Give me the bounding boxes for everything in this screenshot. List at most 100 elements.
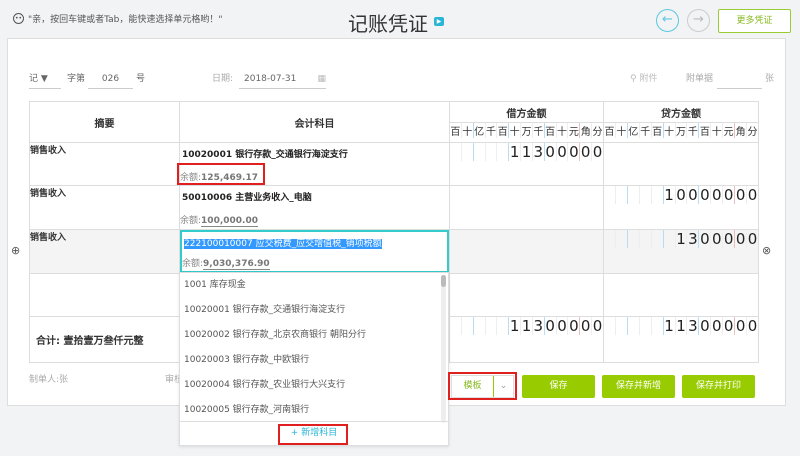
digit <box>616 186 628 204</box>
unit-label: 元 <box>568 123 581 138</box>
digit <box>640 230 652 248</box>
digit: 1 <box>676 230 688 248</box>
unit-label: 千 <box>687 123 700 138</box>
digit <box>628 230 640 248</box>
page-title: 记账凭证 <box>348 12 428 36</box>
digit: 0 <box>700 230 712 248</box>
digit <box>604 186 616 204</box>
digit: 0 <box>735 230 748 248</box>
total-debit: 11300000 <box>450 317 603 335</box>
digit <box>486 143 498 161</box>
digit <box>640 186 652 204</box>
save-button[interactable]: 保存 <box>522 375 595 398</box>
dropdown-item[interactable]: 10020001 银行存款_交通银行海淀支行 <box>180 298 448 323</box>
digit: 0 <box>723 317 736 335</box>
unit-label: 十 <box>557 123 569 138</box>
digit <box>604 230 616 248</box>
digit: 3 <box>533 317 545 335</box>
dropdown-item[interactable]: 10020003 银行存款_中欧银行 <box>180 348 448 373</box>
digit <box>664 230 676 248</box>
date-input[interactable]: 2018-07-31 ▦ <box>239 71 326 89</box>
digit: 1 <box>664 317 676 335</box>
unit-label: 千 <box>640 123 652 138</box>
debit-cell[interactable]: 11300000 <box>450 143 603 161</box>
unit-label: 百 <box>545 123 557 138</box>
digit <box>497 143 510 161</box>
attachment-link[interactable]: ⚲ 附件 <box>630 71 657 87</box>
digit <box>474 143 486 161</box>
caret-down-icon: ▼ <box>40 74 48 84</box>
maker-info: 制单人:张 <box>29 375 69 385</box>
total-credit: 11300000 <box>604 317 758 335</box>
unit-label: 十 <box>509 123 522 138</box>
highlight-template <box>448 372 517 400</box>
summary-cell[interactable]: 销售收入 <box>29 229 180 274</box>
credit-cell[interactable]: 1300000 <box>604 230 758 248</box>
digit: 0 <box>747 186 758 204</box>
summary-cell[interactable] <box>29 273 180 317</box>
save-and-print-button[interactable]: 保存并打印 <box>682 375 755 398</box>
summary-cell[interactable]: 销售收入 <box>29 185 180 230</box>
unit-label: 百 <box>497 123 510 138</box>
calendar-icon[interactable]: ▦ <box>317 71 326 87</box>
digit: 0 <box>592 143 603 161</box>
table-row: 销售收入 50010006 主营业务收入_电脑 余额:100,000.00 1 0 0 0 0… <box>29 185 759 230</box>
digit <box>604 317 616 335</box>
header-account: 会计科目 <box>179 101 450 143</box>
delete-row-icon[interactable]: ⊗ <box>762 244 771 257</box>
digit: 3 <box>533 143 545 161</box>
digit: 1 <box>509 143 522 161</box>
credit-cell[interactable]: 10000000 <box>604 186 758 204</box>
digit: 0 <box>545 143 557 161</box>
dropdown-item[interactable]: 10020002 银行存款_北京农商银行 朝阳分行 <box>180 323 448 348</box>
digit: 0 <box>700 317 712 335</box>
table-row: 销售收入 222100010007 应交税费_应交增值税_销项税额 余额:9,030… <box>29 229 759 274</box>
digit <box>616 317 628 335</box>
header-summary: 摘要 <box>29 101 180 143</box>
video-icon[interactable]: ▶ <box>434 17 444 26</box>
digit <box>474 317 486 335</box>
hint-text: •• "亲，按回车键或者Tab，能快速选择单元格哟！" <box>13 13 223 25</box>
voucher-number-input[interactable]: 026 <box>88 71 133 89</box>
attachment-count-input[interactable] <box>717 71 762 89</box>
add-row-icon[interactable]: ⊕ <box>11 244 20 257</box>
unit-label: 分 <box>592 127 603 138</box>
digit: 0 <box>723 230 736 248</box>
unit-label: 百 <box>652 123 664 138</box>
digit: 0 <box>735 186 748 204</box>
dropdown-item[interactable]: 10020005 银行存款_河南银行 <box>180 398 448 423</box>
table-row: 销售收入 10020001 银行存款_交通银行海淀支行 余额:125,469.17 1… <box>29 142 759 186</box>
account-cell[interactable]: 50010006 主营业务收入_电脑 余额:100,000.00 <box>180 186 449 228</box>
voucher-type-select[interactable]: 记 ▼ <box>29 71 61 89</box>
unit-label: 万 <box>521 123 533 138</box>
unit-label: 亿 <box>474 123 486 138</box>
digit <box>640 317 652 335</box>
digit: 0 <box>735 317 748 335</box>
next-voucher-button[interactable]: → <box>687 9 710 32</box>
digit <box>628 317 640 335</box>
digit: 0 <box>569 143 581 161</box>
account-input[interactable]: 222100010007 应交税费_应交增值税_销项税额 余额:9,030,376… <box>180 230 449 273</box>
unit-label: 元 <box>723 123 736 138</box>
dropdown-item[interactable]: 10020004 银行存款_农业银行大兴支行 <box>180 373 448 398</box>
digit: 0 <box>700 186 712 204</box>
prev-voucher-button[interactable]: ← <box>656 9 679 32</box>
digit <box>652 230 664 248</box>
scrollbar[interactable] <box>441 275 446 423</box>
more-vouchers-button[interactable]: 更多凭证 <box>718 9 791 33</box>
save-and-new-button[interactable]: 保存并新增 <box>602 375 675 398</box>
unit-label: 千 <box>486 123 498 138</box>
account-dropdown: 1001 库存现金 10020001 银行存款_交通银行海淀支行 10020002 … <box>179 272 449 446</box>
unit-label: 十 <box>616 123 628 138</box>
summary-cell[interactable]: 销售收入 <box>29 142 180 186</box>
digit: 3 <box>688 230 700 248</box>
digit: 1 <box>676 317 688 335</box>
unit-label: 角 <box>580 123 593 138</box>
digit: 0 <box>723 186 736 204</box>
header-credit: 贷方金额 <box>603 101 759 123</box>
unit-label: 百 <box>699 123 712 138</box>
digit: 1 <box>521 317 533 335</box>
unit-label: 角 <box>735 123 748 138</box>
dropdown-item[interactable]: 1001 库存现金 <box>180 273 448 298</box>
highlight-add-account <box>278 424 348 445</box>
